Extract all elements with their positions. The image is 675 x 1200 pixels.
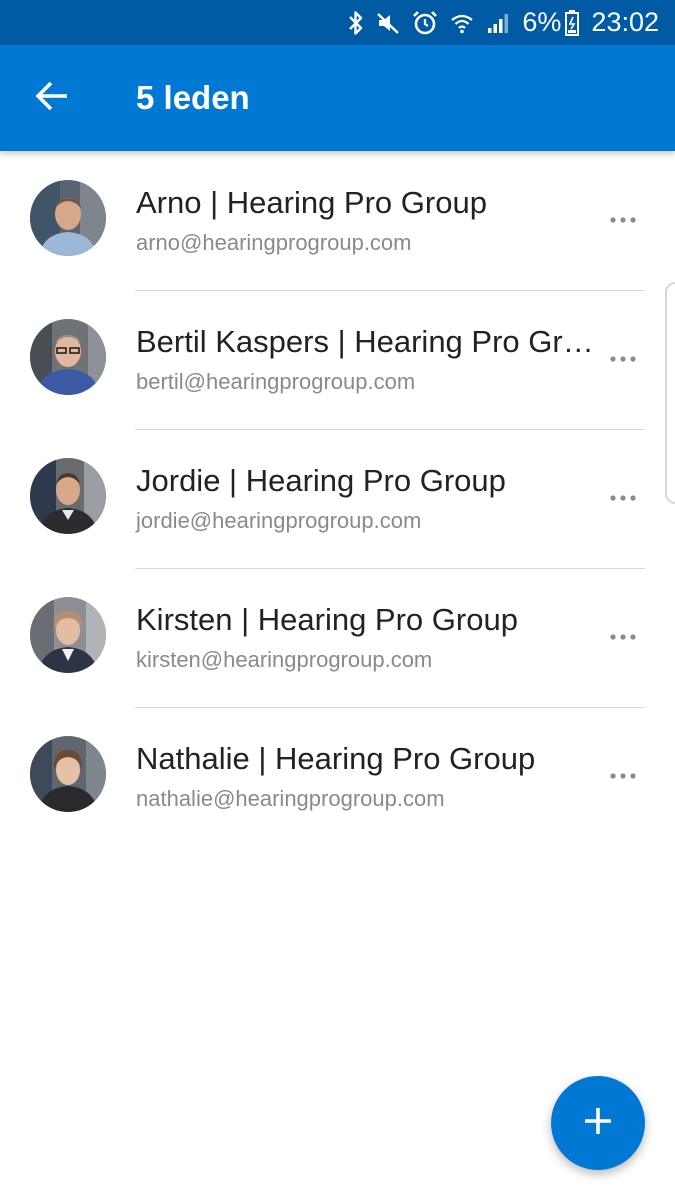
battery-icon (565, 9, 580, 36)
screen: 6% 23:02 5 leden Arno | Hearing Pro Grou… (0, 0, 675, 1200)
member-name: Jordie | Hearing Pro Group (136, 463, 506, 498)
member-row[interactable]: Nathalie | Hearing Pro Group nathalie@he… (0, 707, 675, 846)
more-options-button[interactable] (601, 755, 645, 795)
mute-icon (376, 11, 400, 35)
member-name: Bertil Kaspers | Hearing Pro Group (136, 324, 596, 359)
member-email: arno@hearingprogroup.com (136, 230, 412, 255)
more-horizontal-icon (610, 766, 636, 784)
add-member-button[interactable] (551, 1076, 645, 1170)
avatar (30, 180, 106, 256)
more-options-button[interactable] (601, 338, 645, 378)
app-bar: 5 leden (0, 45, 675, 151)
more-options-button[interactable] (601, 616, 645, 656)
scroll-indicator[interactable] (665, 282, 675, 504)
alarm-icon (412, 10, 438, 36)
avatar (30, 597, 106, 673)
member-row[interactable]: Kirsten | Hearing Pro Group kirsten@hear… (0, 568, 675, 707)
member-list: Arno | Hearing Pro Group arno@hearingpro… (0, 151, 675, 846)
member-name: Nathalie | Hearing Pro Group (136, 741, 536, 776)
member-email: nathalie@hearingprogroup.com (136, 786, 445, 811)
avatar (30, 458, 106, 534)
member-row[interactable]: Bertil Kaspers | Hearing Pro Group berti… (0, 290, 675, 429)
signal-icon (486, 11, 510, 35)
wifi-icon (450, 11, 474, 35)
member-email: jordie@hearingprogroup.com (136, 508, 422, 533)
arrow-left-icon (35, 81, 69, 116)
more-horizontal-icon (610, 488, 636, 506)
more-options-button[interactable] (601, 477, 645, 517)
avatar (30, 319, 106, 395)
back-button[interactable] (22, 68, 82, 128)
status-bar: 6% 23:02 (0, 0, 675, 45)
more-horizontal-icon (610, 349, 636, 367)
member-email: bertil@hearingprogroup.com (136, 369, 416, 394)
more-horizontal-icon (610, 210, 636, 228)
avatar (30, 736, 106, 812)
status-time: 23:02 (591, 7, 659, 37)
member-name: Arno | Hearing Pro Group (136, 185, 487, 220)
page-title: 5 leden (136, 79, 250, 116)
more-options-button[interactable] (601, 199, 645, 239)
plus-icon (583, 1106, 613, 1141)
member-email: kirsten@hearingprogroup.com (136, 647, 433, 672)
battery-status: 6% (522, 0, 580, 45)
bluetooth-icon (348, 10, 364, 36)
member-name: Kirsten | Hearing Pro Group (136, 602, 518, 637)
more-horizontal-icon (610, 627, 636, 645)
battery-percent: 6% (522, 7, 562, 37)
member-row[interactable]: Arno | Hearing Pro Group arno@hearingpro… (0, 151, 675, 290)
member-row[interactable]: Jordie | Hearing Pro Group jordie@hearin… (0, 429, 675, 568)
